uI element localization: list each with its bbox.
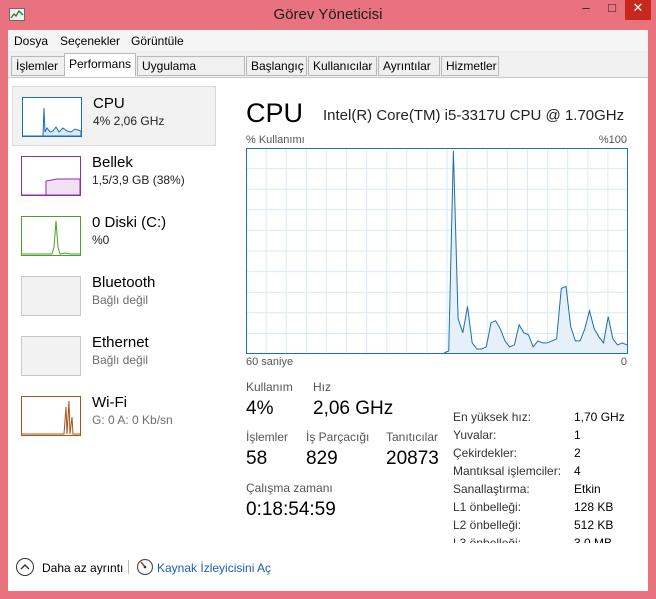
ethernet-mini-graph	[21, 336, 81, 376]
sidebar-disk-sub: %0	[92, 233, 110, 247]
fewer-details-button[interactable]	[16, 558, 34, 576]
detail-value-virtualization: Etkin	[574, 482, 601, 496]
open-resource-monitor-link[interactable]: Kaynak İzleyicisini Aç	[157, 561, 271, 575]
title-bar[interactable]: Görev Yöneticisi – □ ✕	[0, 0, 656, 30]
threads-label: İş Parçacığı	[306, 430, 370, 444]
window-title: Görev Yöneticisi	[273, 6, 383, 23]
processes-label: İşlemler	[246, 430, 289, 444]
minimize-button[interactable]: –	[573, 0, 599, 20]
client-area: Dosya Seçenekler Görüntüle İşlemler Perf…	[8, 30, 648, 591]
usage-axis-max: %100	[598, 134, 627, 146]
utilization-value: 4%	[246, 398, 274, 419]
menu-file[interactable]: Dosya	[14, 34, 48, 48]
sidebar-ethernet-name: Ethernet	[92, 334, 149, 351]
menu-view[interactable]: Görüntüle	[131, 34, 184, 48]
tab-services[interactable]: Hizmetler	[441, 56, 499, 76]
disk-mini-graph	[21, 216, 81, 256]
tab-performance[interactable]: Performans	[64, 53, 136, 77]
cpu-model: Intel(R) Core(TM) i5-3317U CPU @ 1.70GHz	[323, 107, 625, 124]
sidebar-wifi-name: Wi-Fi	[92, 394, 127, 411]
sidebar-item-memory[interactable]: Bellek 1,5/3,9 GB (38%)	[12, 146, 216, 206]
detail-value-max-speed: 1,70 GHz	[574, 410, 625, 424]
sidebar-item-disk[interactable]: 0 Diski (C:) %0	[12, 206, 216, 266]
detail-value-l2-cache: 512 KB	[574, 518, 614, 532]
footer-separator	[128, 560, 129, 574]
tab-startup[interactable]: Başlangıç	[246, 56, 307, 76]
footer-bar: Daha az ayrıntı Kaynak İzleyicisini Aç	[8, 543, 648, 591]
detail-value-logical-processors: 4	[574, 464, 581, 478]
uptime-label: Çalışma zamanı	[246, 481, 333, 495]
uptime-value: 0:18:54:59	[246, 499, 336, 520]
sidebar-item-bluetooth[interactable]: Bluetooth Bağlı değil	[12, 266, 216, 326]
tab-processes[interactable]: İşlemler	[11, 56, 65, 76]
threads-value: 829	[306, 448, 338, 469]
tab-details[interactable]: Ayrıntılar	[378, 56, 440, 76]
detail-label-l2-cache: L2 önbelleği:	[453, 518, 522, 532]
speed-label: Hız	[313, 380, 331, 394]
maximize-button[interactable]: □	[599, 0, 625, 20]
memory-mini-graph	[21, 156, 81, 196]
menu-options[interactable]: Seçenekler	[60, 34, 120, 48]
chevron-up-icon	[20, 564, 30, 570]
sidebar-item-ethernet[interactable]: Ethernet Bağlı değil	[12, 326, 216, 386]
detail-label-logical-processors: Mantıksal işlemciler:	[453, 464, 562, 478]
cpu-title: CPU	[246, 98, 304, 128]
task-manager-window: Görev Yöneticisi – □ ✕ Dosya Seçenekler …	[0, 0, 656, 599]
detail-value-l1-cache: 128 KB	[574, 500, 614, 514]
detail-label-sockets: Yuvalar:	[453, 428, 497, 442]
processes-value: 58	[246, 448, 268, 469]
handles-value: 20873	[386, 448, 439, 469]
sidebar-bluetooth-name: Bluetooth	[92, 274, 156, 291]
graph-time-span: 60 saniye	[246, 356, 294, 368]
menu-bar: Dosya Seçenekler Görüntüle	[8, 30, 648, 51]
sidebar-disk-name: 0 Diski (C:)	[92, 214, 167, 231]
fewer-details-link[interactable]: Daha az ayrıntı	[42, 561, 123, 575]
speed-value: 2,06 GHz	[313, 398, 394, 419]
sidebar-ethernet-sub: Bağlı değil	[92, 353, 149, 367]
sidebar-item-cpu[interactable]: CPU 4% 2,06 GHz	[12, 86, 216, 146]
sidebar-bluetooth-sub: Bağlı değil	[92, 293, 149, 307]
detail-label-virtualization: Sanallaştırma:	[453, 482, 530, 496]
performance-pane: CPU 4% 2,06 GHz Bellek 1,5/3,9 GB (38%) …	[8, 78, 648, 550]
sidebar-memory-name: Bellek	[92, 154, 133, 171]
close-button[interactable]: ✕	[625, 0, 651, 20]
sidebar-wifi-sub: G: 0 A: 0 Kb/sn	[92, 413, 173, 427]
bluetooth-mini-graph	[21, 276, 81, 316]
sidebar-cpu-sub: 4% 2,06 GHz	[93, 114, 165, 128]
handles-label: Tanıtıcılar	[386, 430, 439, 444]
utilization-label: Kullanım	[246, 380, 293, 394]
detail-label-l1-cache: L1 önbelleği:	[453, 500, 522, 514]
resource-monitor-icon[interactable]	[136, 558, 154, 576]
detail-value-cores: 2	[574, 446, 581, 460]
detail-value-sockets: 1	[574, 428, 581, 442]
tab-users[interactable]: Kullanıcılar	[308, 56, 377, 76]
usage-axis-label: % Kullanımı	[246, 134, 305, 146]
sidebar-item-wifi[interactable]: Wi-Fi G: 0 A: 0 Kb/sn	[12, 386, 216, 446]
graph-time-now: 0	[620, 356, 627, 368]
tab-strip: İşlemler Performans Uygulama geçmişi Baş…	[8, 51, 648, 92]
wifi-mini-graph	[21, 396, 81, 436]
detail-label-max-speed: En yüksek hız:	[453, 410, 532, 424]
detail-label-cores: Çekirdekler:	[453, 446, 518, 460]
tab-app-history[interactable]: Uygulama geçmişi	[137, 56, 245, 92]
cpu-usage-svg	[246, 148, 628, 354]
sidebar-memory-sub: 1,5/3,9 GB (38%)	[92, 173, 185, 187]
cpu-usage-graph	[246, 148, 628, 359]
cpu-mini-graph	[22, 97, 82, 137]
sidebar-cpu-name: CPU	[93, 95, 125, 112]
